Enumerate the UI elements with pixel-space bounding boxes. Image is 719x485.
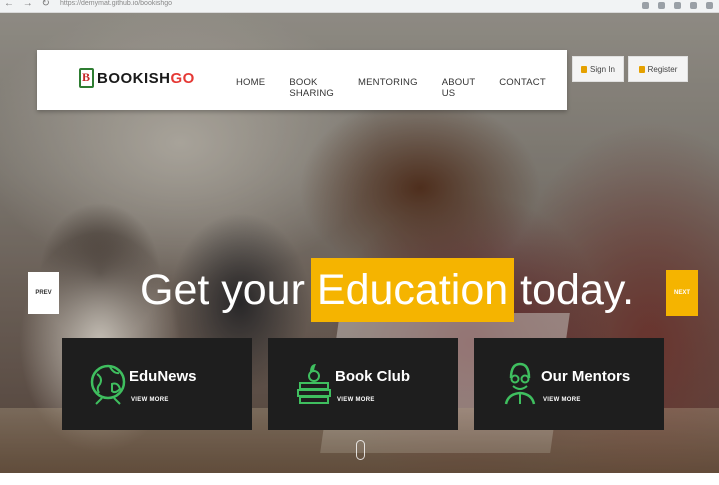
view-more-link[interactable]: VIEW MORE	[131, 397, 169, 403]
extension-icon[interactable]	[658, 2, 665, 9]
books-icon	[297, 364, 331, 404]
lock-icon	[581, 65, 588, 73]
browser-nav-icons[interactable]: ← → ↻	[4, 0, 53, 9]
feature-title: EduNews	[129, 368, 197, 385]
feature-card-edunews[interactable]: EduNews VIEW MORE	[62, 338, 252, 430]
logo-text: BOOKISHGO	[97, 70, 195, 87]
extension-icon[interactable]	[690, 2, 697, 9]
headline-highlight: Education	[310, 258, 515, 322]
page-bottom-strip	[0, 473, 719, 485]
nav-contact[interactable]: CONTACT	[499, 77, 546, 99]
feature-title: Book Club	[335, 368, 410, 385]
slider-prev-button[interactable]: PREV	[28, 272, 59, 314]
extension-icon[interactable]	[706, 2, 713, 9]
site-header: BOOKISHGO HOME BOOK SHARING MENTORING AB…	[37, 50, 567, 110]
user-icon	[638, 65, 645, 73]
browser-toolbar: ← → ↻ https://demymat.github.io/bookishg…	[0, 0, 719, 13]
sign-in-label: Sign In	[590, 64, 615, 74]
view-more-link[interactable]: VIEW MORE	[543, 397, 581, 403]
extension-icon[interactable]	[674, 2, 681, 9]
address-bar[interactable]: https://demymat.github.io/bookishgo	[60, 0, 172, 7]
nav-book-sharing[interactable]: BOOK SHARING	[289, 77, 334, 99]
browser-extensions	[642, 0, 713, 9]
main-nav: HOME BOOK SHARING MENTORING ABOUT US CON…	[236, 77, 570, 99]
logo-word: BOOKISH	[97, 69, 171, 87]
register-label: Register	[647, 64, 678, 74]
feature-title: Our Mentors	[541, 368, 631, 385]
nav-home[interactable]: HOME	[236, 77, 265, 99]
logo-accent: GO	[170, 69, 195, 87]
headline-after: today.	[520, 265, 635, 314]
sign-in-button[interactable]: Sign In	[572, 56, 624, 82]
headline-before: Get your	[140, 265, 305, 314]
feature-card-our-mentors[interactable]: Our Mentors VIEW MORE	[474, 338, 664, 430]
mentor-icon	[504, 362, 536, 405]
feature-card-book-club[interactable]: Book Club VIEW MORE	[268, 338, 458, 430]
scroll-indicator-icon[interactable]	[356, 440, 365, 460]
site-logo[interactable]: BOOKISHGO	[79, 68, 195, 88]
extension-icon[interactable]	[642, 2, 649, 9]
hero-headline: Get your Education today.	[140, 258, 634, 322]
nav-about-us[interactable]: ABOUT US	[442, 77, 476, 99]
view-more-link[interactable]: VIEW MORE	[337, 397, 375, 403]
slider-next-button[interactable]: NEXT	[666, 270, 698, 316]
globe-icon	[90, 364, 126, 405]
logo-book-icon	[79, 68, 94, 88]
nav-mentoring[interactable]: MENTORING	[358, 77, 418, 99]
register-button[interactable]: Register	[628, 56, 688, 82]
